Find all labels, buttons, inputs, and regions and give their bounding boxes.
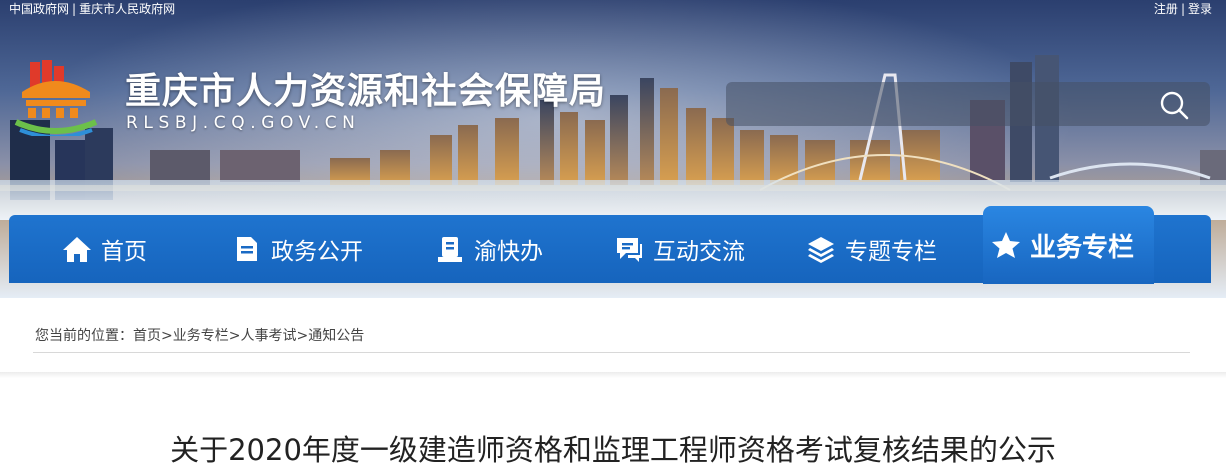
chat-icon bbox=[617, 238, 642, 262]
logo-emblem-icon[interactable] bbox=[12, 60, 98, 136]
nav-item-special-topics[interactable]: 专题专栏 bbox=[806, 215, 937, 283]
top-links-left: 中国政府网 | 重庆市人民政府网 bbox=[9, 0, 175, 18]
nav-label: 业务专栏 bbox=[1030, 232, 1135, 263]
nav-label: 渝快办 bbox=[474, 239, 543, 265]
breadcrumb: 您当前的位置：首页>业务专栏>人事考试>通知公告 bbox=[35, 326, 364, 346]
breadcrumb-exams[interactable]: 人事考试 bbox=[240, 328, 296, 344]
nav-label: 互动交流 bbox=[653, 239, 745, 265]
nav-label: 首页 bbox=[101, 239, 147, 265]
nav-item-gov-affairs[interactable]: 政务公开 bbox=[232, 215, 363, 283]
nav-item-interaction[interactable]: 互动交流 bbox=[614, 215, 745, 283]
site-title[interactable]: 重庆市人力资源和社会保障局 bbox=[125, 70, 606, 114]
nav-item-home[interactable]: 首页 bbox=[62, 215, 147, 283]
nav-label: 政务公开 bbox=[271, 239, 363, 265]
home-icon bbox=[63, 237, 91, 262]
login-link[interactable]: 登录 bbox=[1188, 2, 1212, 16]
register-link[interactable]: 注册 bbox=[1154, 2, 1178, 16]
search-icon[interactable] bbox=[1156, 88, 1192, 122]
separator: | bbox=[1180, 2, 1185, 16]
breadcrumb-home[interactable]: 首页 bbox=[133, 328, 161, 344]
star-icon bbox=[992, 232, 1020, 258]
top-links-right: 注册 | 登录 bbox=[1154, 0, 1212, 18]
site-domain: RLSBJ.CQ.GOV.CN bbox=[126, 113, 361, 133]
document-icon bbox=[237, 237, 257, 261]
separator: | bbox=[72, 2, 77, 16]
nav-item-business[interactable]: 业务专栏 bbox=[983, 206, 1154, 284]
search-input[interactable] bbox=[740, 90, 1144, 120]
breadcrumb-separator: > bbox=[161, 328, 173, 344]
breadcrumb-separator: > bbox=[296, 328, 309, 344]
nav-label: 专题专栏 bbox=[845, 239, 937, 265]
breadcrumb-prefix: 您当前的位置： bbox=[35, 328, 133, 344]
nav-item-yukuaiban[interactable]: 渝快办 bbox=[435, 215, 543, 283]
link-cq-gov[interactable]: 重庆市人民政府网 bbox=[79, 2, 175, 16]
section-shadow bbox=[0, 372, 1226, 378]
search-box[interactable] bbox=[726, 82, 1210, 126]
link-gov-cn[interactable]: 中国政府网 bbox=[9, 2, 69, 16]
layers-icon bbox=[808, 237, 834, 263]
divider bbox=[33, 352, 1190, 353]
breadcrumb-notices[interactable]: 通知公告 bbox=[308, 328, 364, 344]
article-title: 关于2020年度一级建造师资格和监理工程师资格考试复核结果的公示 bbox=[170, 433, 1056, 467]
service-icon bbox=[438, 237, 462, 262]
breadcrumb-business[interactable]: 业务专栏 bbox=[173, 328, 229, 344]
breadcrumb-separator: > bbox=[228, 328, 241, 344]
